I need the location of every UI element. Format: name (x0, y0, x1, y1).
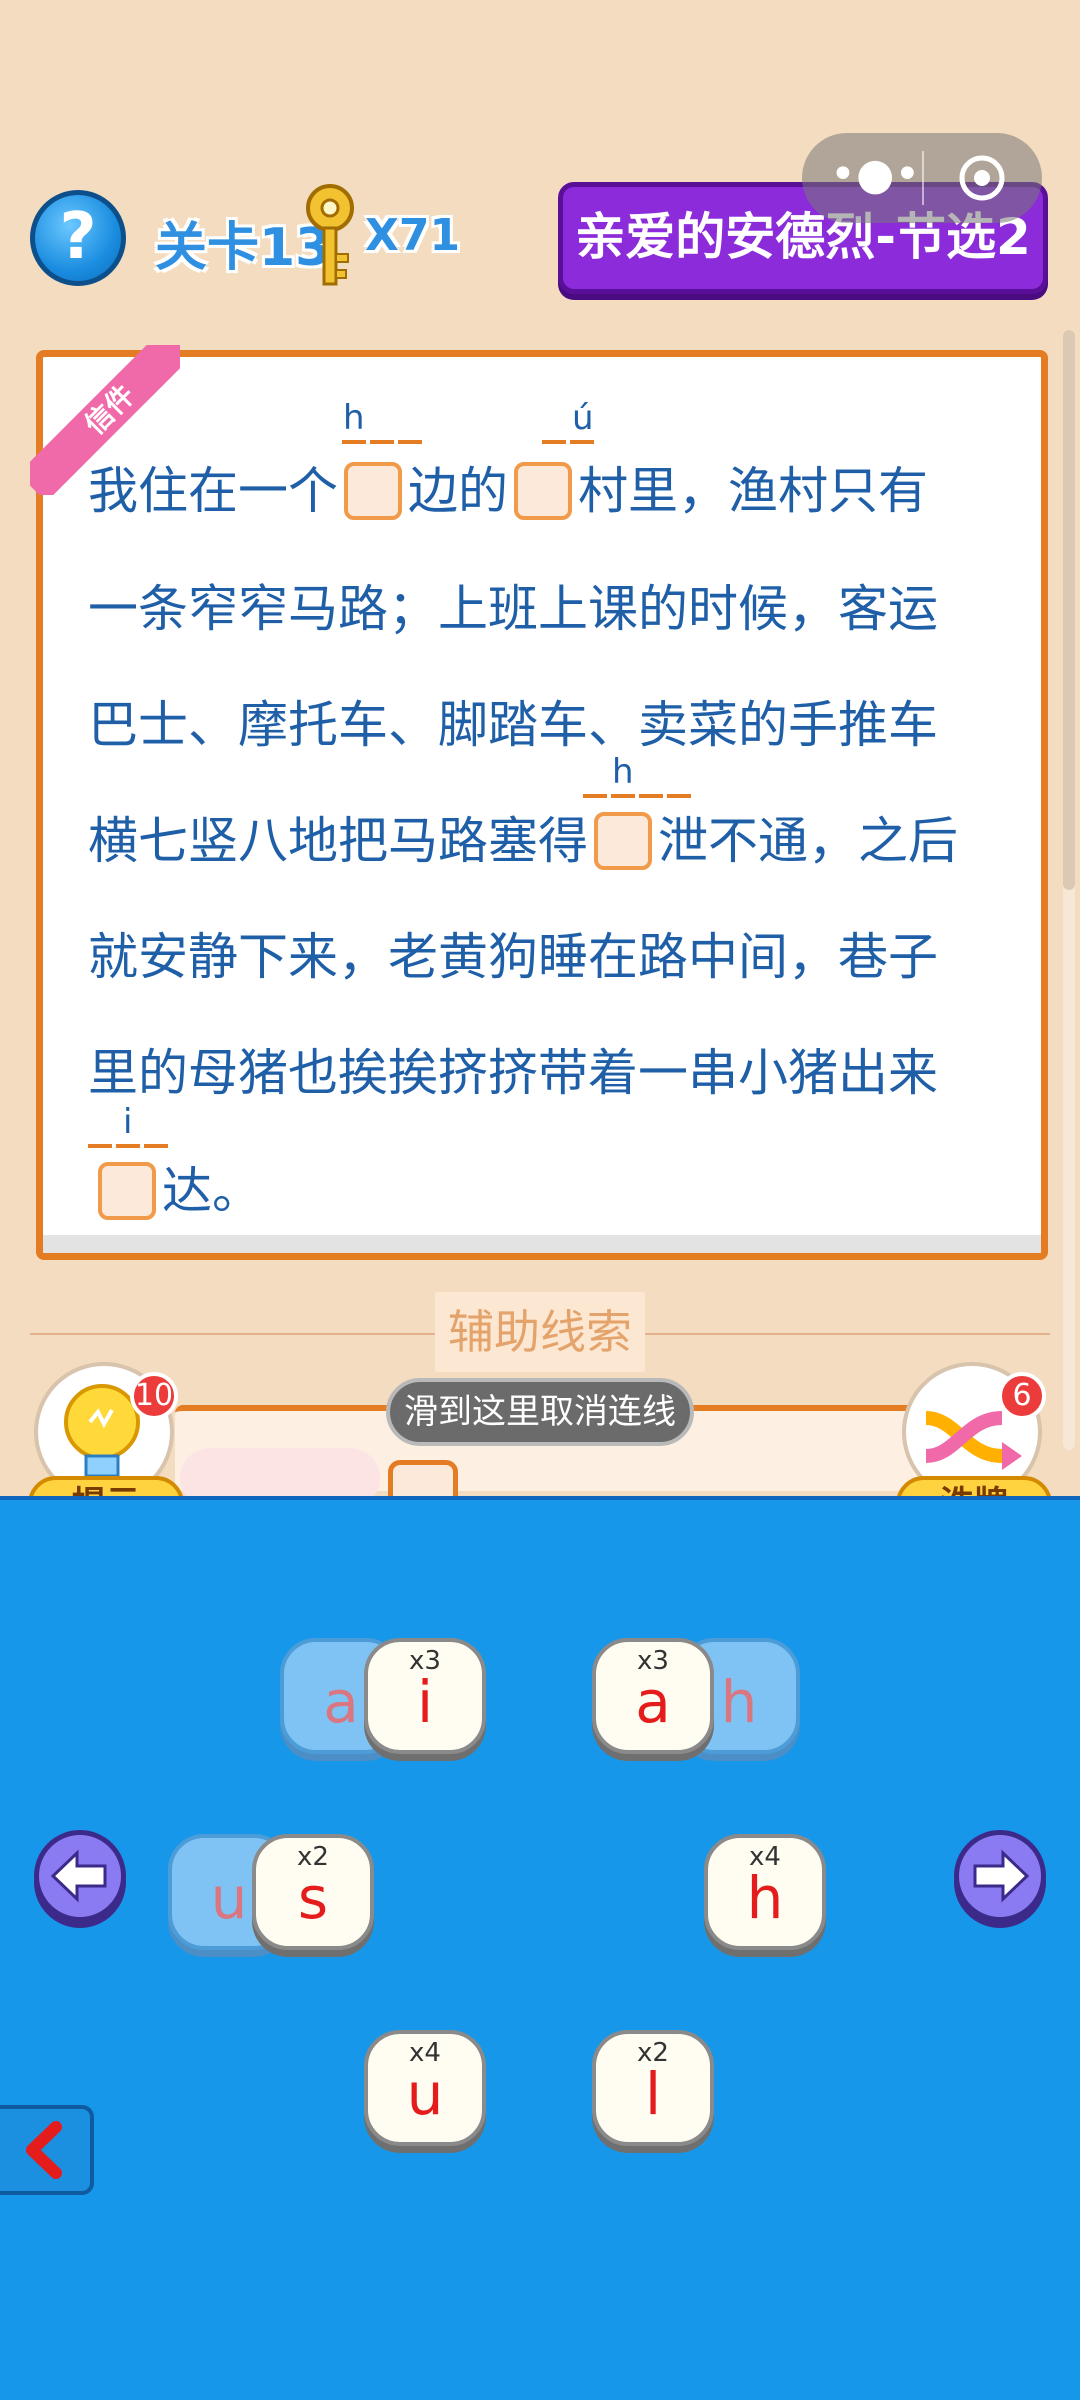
pinyin-hint-2: ú (572, 398, 594, 438)
pinyin-hint-4: i (123, 1102, 133, 1142)
clue-section-label: 辅助线索 (435, 1292, 645, 1372)
pinyin-slot (370, 440, 394, 444)
answer-blank-2[interactable] (514, 461, 572, 520)
letter-line-4: 横七竖八地把马路塞得 泄不通，之后 (88, 811, 958, 870)
letter-tile[interactable]: x2 s (252, 1834, 374, 1950)
letter-line-2: 一条窄窄马路；上班上课的时候，客运 (88, 579, 938, 638)
pinyin-slot (570, 440, 594, 444)
previous-page-button[interactable] (34, 1830, 126, 1922)
letter-line-6: 里的母猪也挨挨挤挤带着一串小猪出来 (88, 1043, 938, 1102)
answer-blank-3[interactable] (594, 811, 652, 870)
hint-count-badge: 10 (130, 1372, 178, 1420)
back-chevron-icon (26, 2121, 62, 2179)
more-dots-icon[interactable]: •●• (830, 153, 920, 201)
shuffle-count-badge: 6 (998, 1372, 1046, 1420)
scrollbar-thumb[interactable] (1063, 330, 1075, 890)
letter-tile[interactable]: x3 i (364, 1638, 486, 1754)
letter-tile[interactable]: x3 a (592, 1638, 714, 1754)
pinyin-slot (667, 794, 691, 798)
question-icon: ? (59, 200, 97, 274)
letter-line-3: 巴士、摩托车、脚踏车、卖菜的手推车 (88, 695, 938, 754)
answer-blank-4[interactable] (98, 1161, 156, 1220)
cancel-link-tip[interactable]: 滑到这里取消连线 (386, 1378, 694, 1446)
card-shadow (43, 1235, 1041, 1253)
capsule-divider (922, 151, 924, 205)
arrow-right-icon (973, 1849, 1030, 1903)
arrow-left-icon (50, 1849, 107, 1903)
record-target-icon[interactable] (957, 153, 1007, 203)
pinyin-slot (144, 1144, 168, 1148)
letter-tile[interactable]: x4 u (364, 2030, 486, 2146)
answer-blank-1[interactable] (344, 461, 402, 520)
pinyin-slot (611, 794, 635, 798)
back-button[interactable] (0, 2105, 94, 2195)
letter-line-5: 就安静下来，老黄狗睡在路中间，巷子 (88, 927, 938, 986)
help-button[interactable]: ? (30, 190, 126, 286)
pinyin-slot (639, 794, 663, 798)
pinyin-slot (88, 1144, 112, 1148)
letter-line-1: 我住在一个 边的 村里，渔村只有 (88, 461, 928, 520)
key-count: X71 (365, 210, 461, 261)
pinyin-slot (342, 440, 366, 444)
letter-board (0, 1500, 1080, 2400)
pinyin-slot (116, 1144, 140, 1148)
pinyin-hint-3: h (612, 752, 634, 792)
pinyin-slot (583, 794, 607, 798)
letter-tile[interactable]: x2 l (592, 2030, 714, 2146)
pinyin-slot (542, 440, 566, 444)
letter-tile[interactable]: x4 h (704, 1834, 826, 1950)
pinyin-slot (398, 440, 422, 444)
letter-line-7: 达。 (92, 1152, 262, 1222)
mini-program-capsule[interactable]: •●• (802, 133, 1042, 223)
pinyin-hint-1: h (343, 398, 365, 438)
next-page-button[interactable] (954, 1830, 1046, 1922)
key-icon (306, 184, 354, 286)
